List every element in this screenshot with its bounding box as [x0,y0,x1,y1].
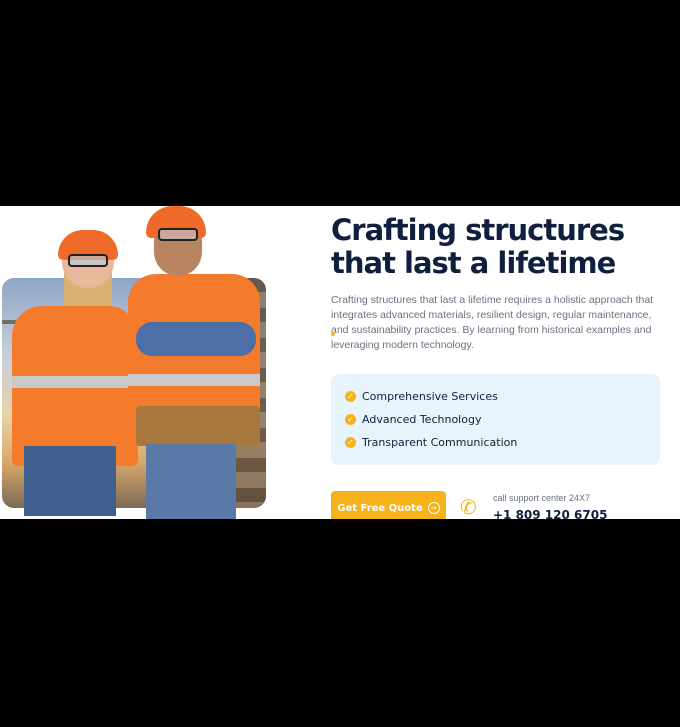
worker-male-jeans [146,444,236,519]
get-free-quote-button[interactable]: Get Free Quote → [331,491,446,519]
feature-label: Transparent Communication [362,435,518,449]
button-label: Get Free Quote [337,502,423,514]
decorative-dot [331,332,335,336]
arrow-right-circle-icon: → [427,502,440,514]
title-line-2: that last a lifetime [331,246,616,280]
hero-section: Crafting structures that last a lifetime… [0,206,680,519]
support-phone-number[interactable]: +1 809 120 6705 [493,508,607,519]
safety-glasses-icon [68,254,108,267]
feature-item: ✓ Advanced Technology [345,411,481,427]
vest-reflective-stripe [12,376,138,388]
hero-description: Crafting structures that last a lifetime… [331,294,654,351]
feature-label: Comprehensive Services [362,389,498,403]
check-circle-icon: ✓ [345,413,356,425]
check-circle-icon: ✓ [345,390,356,402]
features-panel: ✓ Comprehensive Services ✓ Advanced Tech… [331,374,660,465]
phone-icon: ✆ [460,497,477,519]
page-title: Crafting structures that last a lifetime [331,214,671,280]
title-line-1: Crafting structures [331,213,625,247]
check-circle-icon: ✓ [345,436,356,448]
worker-female-jeans [24,446,116,516]
safety-glasses-icon [158,228,198,241]
tool-belt [136,406,260,446]
worker-male-crossed-arms [136,322,256,356]
feature-label: Advanced Technology [362,412,482,426]
support-label: call support center 24X7 [493,493,591,503]
feature-item: ✓ Comprehensive Services [345,388,498,404]
feature-item: ✓ Transparent Communication [345,434,517,450]
vest-reflective-stripe [128,374,260,386]
